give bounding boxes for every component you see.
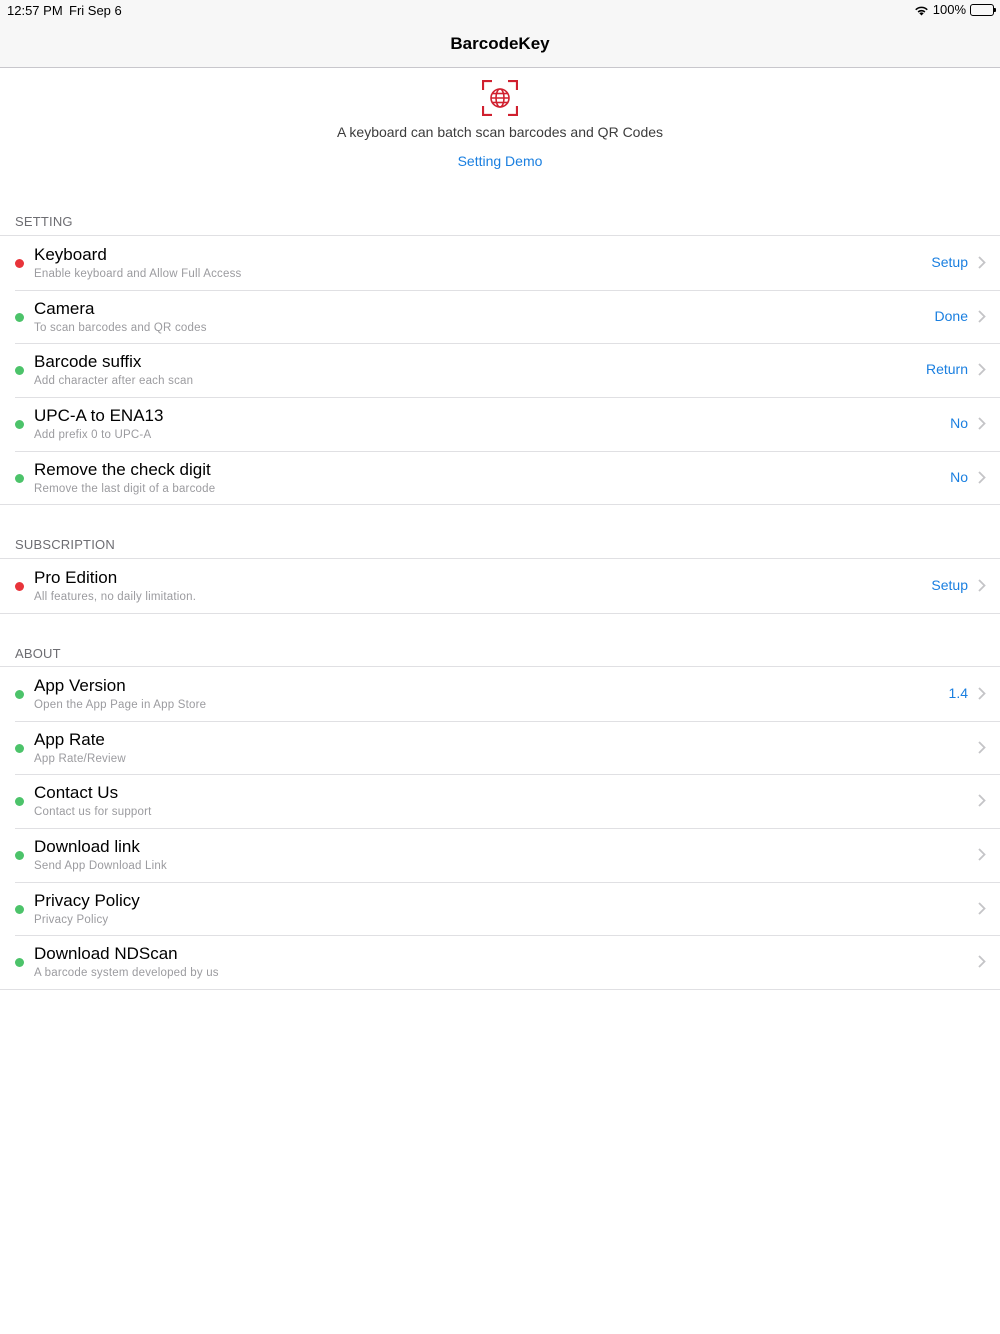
row-subtitle: Add prefix 0 to UPC-A [34, 429, 152, 442]
row-subtitle: Send App Download Link [34, 860, 167, 873]
status-bar: 12:57 PM Fri Sep 6 100% [0, 0, 1000, 20]
row-value[interactable]: No [950, 415, 968, 431]
row-value[interactable]: Setup [931, 254, 968, 270]
scan-globe-icon [482, 80, 518, 116]
status-dot-icon [15, 743, 24, 753]
battery-icon [970, 3, 996, 16]
status-dot-icon [15, 259, 24, 268]
list-item-contact-us[interactable]: Contact Us Contact us for support [0, 774, 1000, 828]
row-title: Contact Us [34, 783, 119, 803]
row-value[interactable]: Return [926, 361, 968, 377]
chevron-right-icon [978, 902, 986, 915]
list-item-app-rate[interactable]: App Rate App Rate/Review [0, 720, 1000, 775]
row-value[interactable]: Done [935, 308, 968, 324]
row-value[interactable]: 1.4 [949, 685, 968, 701]
row-title: Pro Edition [34, 568, 118, 587]
row-subtitle: Remove the last digit of a barcode [34, 482, 216, 495]
nav-title: BarcodeKey [450, 34, 550, 53]
row-title: Barcode suffix [34, 352, 142, 372]
status-dot-icon [15, 473, 24, 483]
row-title: Remove the check digit [34, 459, 211, 479]
row-subtitle: Contact us for support [34, 806, 152, 819]
list-item-upc-a-to-ena13[interactable]: UPC-A to ENA13 Add prefix 0 to UPC-A No [0, 397, 1000, 451]
row-title: App Version [34, 676, 126, 695]
row-subtitle: All features, no daily limitation. [34, 591, 197, 603]
status-dot-icon [15, 690, 24, 699]
status-time: 12:57 PM [7, 3, 63, 18]
status-dot-icon [15, 797, 24, 807]
chevron-right-icon [978, 848, 986, 861]
list-item-camera[interactable]: Camera To scan barcodes and QR codes Done [0, 289, 1000, 344]
battery-percent: 100% [932, 2, 966, 17]
row-subtitle: App Rate/Review [34, 752, 126, 765]
row-title: UPC-A to ENA13 [34, 406, 164, 426]
status-dot-icon [15, 904, 24, 914]
setting-demo-link[interactable]: Setting Demo [0, 153, 1000, 169]
chevron-right-icon [978, 471, 986, 484]
section-header-about: ABOUT [15, 646, 61, 661]
list-item-keyboard[interactable]: Keyboard Enable keyboard and Allow Full A… [0, 236, 1000, 290]
status-dot-icon [15, 958, 24, 968]
row-subtitle: Privacy Policy [34, 913, 109, 926]
list-item-privacy-policy[interactable]: Privacy Policy Privacy Policy [0, 881, 1000, 936]
about-group: App Version Open the App Page in App Stor… [0, 666, 1000, 991]
chevron-right-icon [978, 794, 986, 808]
status-dot-icon [15, 420, 24, 430]
app-tagline: A keyboard can batch scan barcodes and Q… [336, 124, 664, 140]
status-dot-icon [15, 582, 24, 591]
section-header-subscription: SUBSCRIPTION [15, 537, 115, 552]
list-item-pro-edition[interactable]: Pro Edition All features, no daily limita… [0, 559, 1000, 613]
chevron-right-icon [978, 955, 986, 969]
row-value[interactable]: No [950, 469, 968, 485]
status-date: Fri Sep 6 [69, 3, 122, 18]
row-subtitle: To scan barcodes and QR codes [34, 321, 207, 334]
row-subtitle: Open the App Page in App Store [34, 699, 207, 711]
setting-group: Keyboard Enable keyboard and Allow Full A… [0, 235, 1000, 506]
row-subtitle: Add character after each scan [34, 375, 194, 388]
chevron-right-icon [978, 310, 986, 323]
status-dot-icon [15, 851, 24, 861]
subscription-group: Pro Edition All features, no daily limita… [0, 558, 1000, 614]
row-subtitle: A barcode system developed by us [34, 967, 219, 980]
list-item-app-version[interactable]: App Version Open the App Page in App Stor… [0, 667, 1000, 721]
status-dot-icon [15, 366, 24, 376]
wifi-icon [914, 6, 928, 15]
status-dot-icon [15, 312, 24, 322]
status-right: 100% [914, 2, 996, 17]
row-title: Download link [34, 837, 140, 857]
list-item-download-ndscan[interactable]: Download NDScan A barcode system develope… [0, 935, 1000, 989]
chevron-right-icon [978, 687, 986, 700]
row-subtitle: Enable keyboard and Allow Full Access [34, 268, 242, 280]
row-title: App Rate [34, 729, 105, 749]
chevron-right-icon [978, 741, 986, 754]
row-value[interactable]: Setup [931, 577, 968, 593]
chevron-right-icon [978, 417, 986, 430]
list-item-barcode-suffix[interactable]: Barcode suffix Add character after each s… [0, 343, 1000, 397]
chevron-right-icon [978, 579, 986, 592]
chevron-right-icon [978, 256, 986, 269]
list-item-remove-the-check-digit[interactable]: Remove the check digit Remove the last di… [0, 450, 1000, 505]
row-title: Download NDScan [34, 944, 178, 964]
row-title: Privacy Policy [34, 890, 140, 910]
row-title: Camera [34, 298, 95, 318]
row-title: Keyboard [34, 245, 107, 264]
section-header-setting: SETTING [15, 214, 73, 229]
chevron-right-icon [978, 363, 986, 377]
list-item-download-link[interactable]: Download link Send App Download Link [0, 828, 1000, 882]
